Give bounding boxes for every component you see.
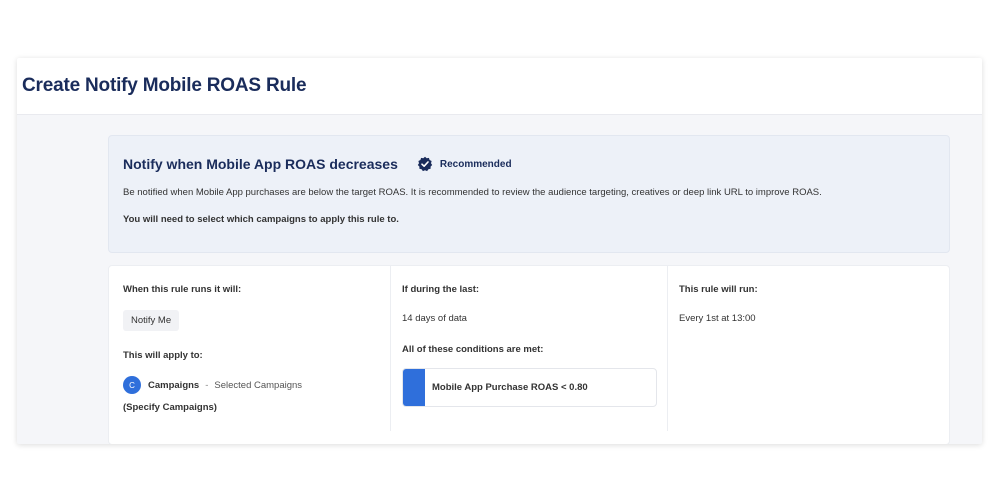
rule-info-title: Notify when Mobile App ROAS decreases: [123, 156, 398, 172]
condition-item: Mobile App Purchase ROAS < 0.80: [402, 368, 657, 407]
conditions-column: If during the last: 14 days of data All …: [391, 266, 668, 431]
action-chip: Notify Me: [123, 310, 180, 331]
recommended-badge: Recommended: [439, 158, 512, 170]
content-area: Notify when Mobile App ROAS decreases Re…: [108, 135, 950, 444]
rule-window: Create Notify Mobile ROAS Rule Notify wh…: [17, 58, 982, 444]
campaign-separator: -: [205, 379, 209, 391]
condition-text: Mobile App Purchase ROAS < 0.80: [432, 382, 588, 393]
schedule-column: This rule will run: Every 1st at 13:00: [668, 266, 949, 431]
rule-info-card: Notify when Mobile App ROAS decreases Re…: [108, 135, 950, 253]
campaign-name: Campaigns: [148, 379, 200, 391]
action-label: When this rule runs it will:: [123, 284, 242, 295]
page-header: Create Notify Mobile ROAS Rule: [17, 58, 982, 115]
specify-campaigns-link[interactable]: (Specify Campaigns): [123, 402, 376, 413]
rule-note: You will need to select which campaigns …: [123, 214, 399, 225]
page-title: Create Notify Mobile ROAS Rule: [22, 75, 307, 96]
period-value: 14 days of data: [402, 313, 467, 324]
condition-accent-bar: [403, 369, 425, 406]
campaign-row: C Campaigns - Selected Campaigns: [123, 376, 376, 394]
schedule-label: This rule will run:: [679, 284, 758, 295]
conditions-label: All of these conditions are met:: [402, 344, 544, 355]
verified-badge-icon: [417, 156, 433, 172]
apply-label: This will apply to:: [123, 350, 203, 361]
info-title-row: Notify when Mobile App ROAS decreases Re…: [123, 154, 935, 174]
rule-description: Be notified when Mobile App purchases ar…: [123, 187, 822, 198]
rule-summary-card: When this rule runs it will: Notify Me T…: [108, 265, 950, 444]
campaign-selection: Selected Campaigns: [214, 379, 303, 391]
campaign-avatar: C: [123, 376, 141, 394]
period-label: If during the last:: [402, 284, 480, 295]
action-column: When this rule runs it will: Notify Me T…: [109, 266, 391, 431]
schedule-value: Every 1st at 13:00: [679, 313, 756, 324]
